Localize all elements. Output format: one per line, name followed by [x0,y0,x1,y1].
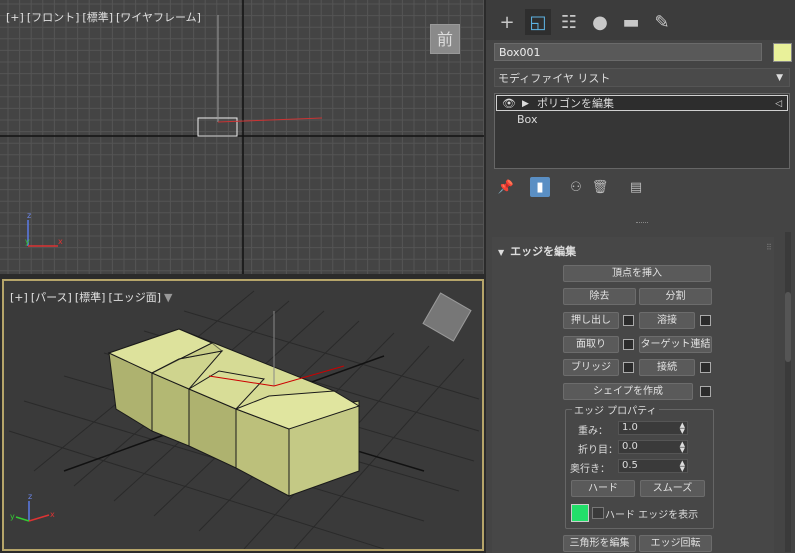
vp-menu-shading-std[interactable]: [標準] [75,291,106,304]
create-shape-settings-button[interactable] [700,386,711,397]
vp-menu-view[interactable]: [パース] [31,291,72,304]
svg-text:y: y [10,512,15,521]
vp-menu-shading[interactable]: [ワイヤフレーム] [116,11,201,24]
stack-item-box[interactable]: Box [517,112,537,128]
insert-vertex-button[interactable]: 頂点を挿入 [563,265,711,282]
viewcube-front[interactable]: 前 [430,24,460,54]
bridge-button[interactable]: ブリッジ [563,359,619,376]
smooth-button[interactable]: スムーズ [640,480,705,497]
bridge-settings-button[interactable] [623,362,634,373]
target-weld-button[interactable]: ターゲット連結 [639,336,712,353]
command-panel-tabs: + ◱ ☷ ● ▬ ✎ [486,0,795,40]
modifier-list-label: モディファイヤ リスト [498,72,611,85]
remove-modifier-icon[interactable]: 🗑 [590,177,610,197]
persp-viewport-label[interactable]: [+] [パース] [標準] [エッジ面] ▼ [10,289,176,305]
pin-stack-icon[interactable]: 📌 [496,177,516,197]
weight-label: 重み： [578,426,608,437]
make-unique-icon[interactable]: ⚇ [566,177,586,197]
svg-text:z: z [27,211,31,220]
persp-viewport[interactable]: z x y [+] [パース] [標準] [エッジ面] ▼ [2,279,484,551]
configure-sets-icon[interactable]: ▤ [626,177,646,197]
command-panel: + ◱ ☷ ● ▬ ✎ Box001 モディファイヤ リスト ▼ 👁 ▶ ポリゴ… [486,0,795,553]
modify-icon[interactable]: ◱ [525,9,551,35]
chevron-down-icon: ▼ [776,73,783,83]
edge-properties-title: エッジ プロパティ [572,402,659,417]
depth-label: 奥行き： [570,464,610,475]
depth-spinner[interactable]: 0.5 ▲ ▼ [618,459,688,473]
create-icon[interactable]: + [494,9,520,35]
svg-text:x: x [58,237,63,246]
turn-button[interactable]: エッジ回転 [639,535,712,552]
object-color-swatch[interactable] [773,43,792,62]
rollout-grip-icon: ⠿ [766,243,772,252]
vp-menu-shading-std[interactable]: [標準] [82,11,113,24]
show-end-result-icon[interactable]: ▮ [530,177,550,197]
hierarchy-icon[interactable]: ☷ [556,9,582,35]
hard-edge-color-swatch[interactable] [571,504,589,522]
modifier-list-dropdown[interactable]: モディファイヤ リスト ▼ [494,68,790,87]
weld-button[interactable]: 溶接 [639,312,695,329]
scrollbar-thumb[interactable] [785,292,791,362]
axis-tripod [15,501,50,522]
panel-scrollbar[interactable] [785,232,791,552]
remove-button[interactable]: 除去 [563,288,636,305]
svg-text:x: x [50,510,55,519]
split-button[interactable]: 分割 [639,288,712,305]
rollout-title[interactable]: ▼ エッジを編集 [498,243,576,259]
weld-settings-button[interactable] [700,315,711,326]
motion-icon[interactable]: ● [587,9,613,35]
crease-spinner[interactable]: 0.0 ▲ ▼ [618,440,688,454]
weight-spinner[interactable]: 1.0 ▲ ▼ [618,421,688,435]
show-hard-edges-checkbox[interactable] [592,507,604,519]
stack-item-label: ポリゴンを編集 [537,97,614,110]
stack-toolbar: 📌 ▮ ⚇ 🗑 ▤ [486,175,795,199]
svg-text:y: y [25,237,30,246]
vp-menu-shading[interactable]: [エッジ面] [108,291,161,304]
pin-triangle-icon: ◁ [775,99,782,109]
chamfer-settings-button[interactable] [623,339,634,350]
chamfer-button[interactable]: 面取り [563,336,619,353]
stack-item-edit-poly[interactable]: 👁 ▶ ポリゴンを編集 ◁ [496,95,788,111]
object-name-field[interactable]: Box001 [494,43,762,61]
eye-icon[interactable]: 👁 [502,96,516,112]
persp-scene: z x y [8,290,480,549]
modifier-stack: 👁 ▶ ポリゴンを編集 ◁ Box [494,93,790,169]
filter-icon[interactable]: ▼ [164,291,172,304]
utilities-icon[interactable]: ✎ [649,9,675,35]
extrude-settings-button[interactable] [623,315,634,326]
edge-properties-group: エッジ プロパティ 重み： 1.0 ▲ ▼ 折り目： 0.0 ▲ ▼ 奥行き： 0.5 ▲… [565,402,714,529]
front-grid: z y x [0,0,484,274]
edit-triangulation-button[interactable]: 三角形を編集 [563,535,636,552]
expand-icon[interactable]: ▶ [522,96,529,112]
create-shape-button[interactable]: シェイプを作成 [563,383,693,400]
front-viewport-label[interactable]: [+] [フロント] [標準] [ワイヤフレーム] [6,9,204,25]
display-icon[interactable]: ▬ [618,9,644,35]
edit-edges-rollout: ▼ エッジを編集 頂点を挿入 除去 分割 押し出し 溶接 面取り ターゲット連結 … [492,237,774,553]
vp-menu-plus[interactable]: [+] [10,291,28,304]
show-hard-edges-label: ハード エッジを表示 [605,510,699,521]
divider-handle[interactable] [636,222,648,226]
hard-button[interactable]: ハード [571,480,635,497]
extrude-button[interactable]: 押し出し [563,312,619,329]
connect-button[interactable]: 接続 [639,359,695,376]
svg-text:z: z [28,492,32,501]
vp-menu-view[interactable]: [フロント] [27,11,80,24]
connect-settings-button[interactable] [700,362,711,373]
front-viewport[interactable]: z y x [+] [フロント] [標準] [ワイヤフレーム] 前 [0,0,484,274]
crease-label: 折り目： [578,445,618,456]
vp-menu-plus[interactable]: [+] [6,11,24,24]
